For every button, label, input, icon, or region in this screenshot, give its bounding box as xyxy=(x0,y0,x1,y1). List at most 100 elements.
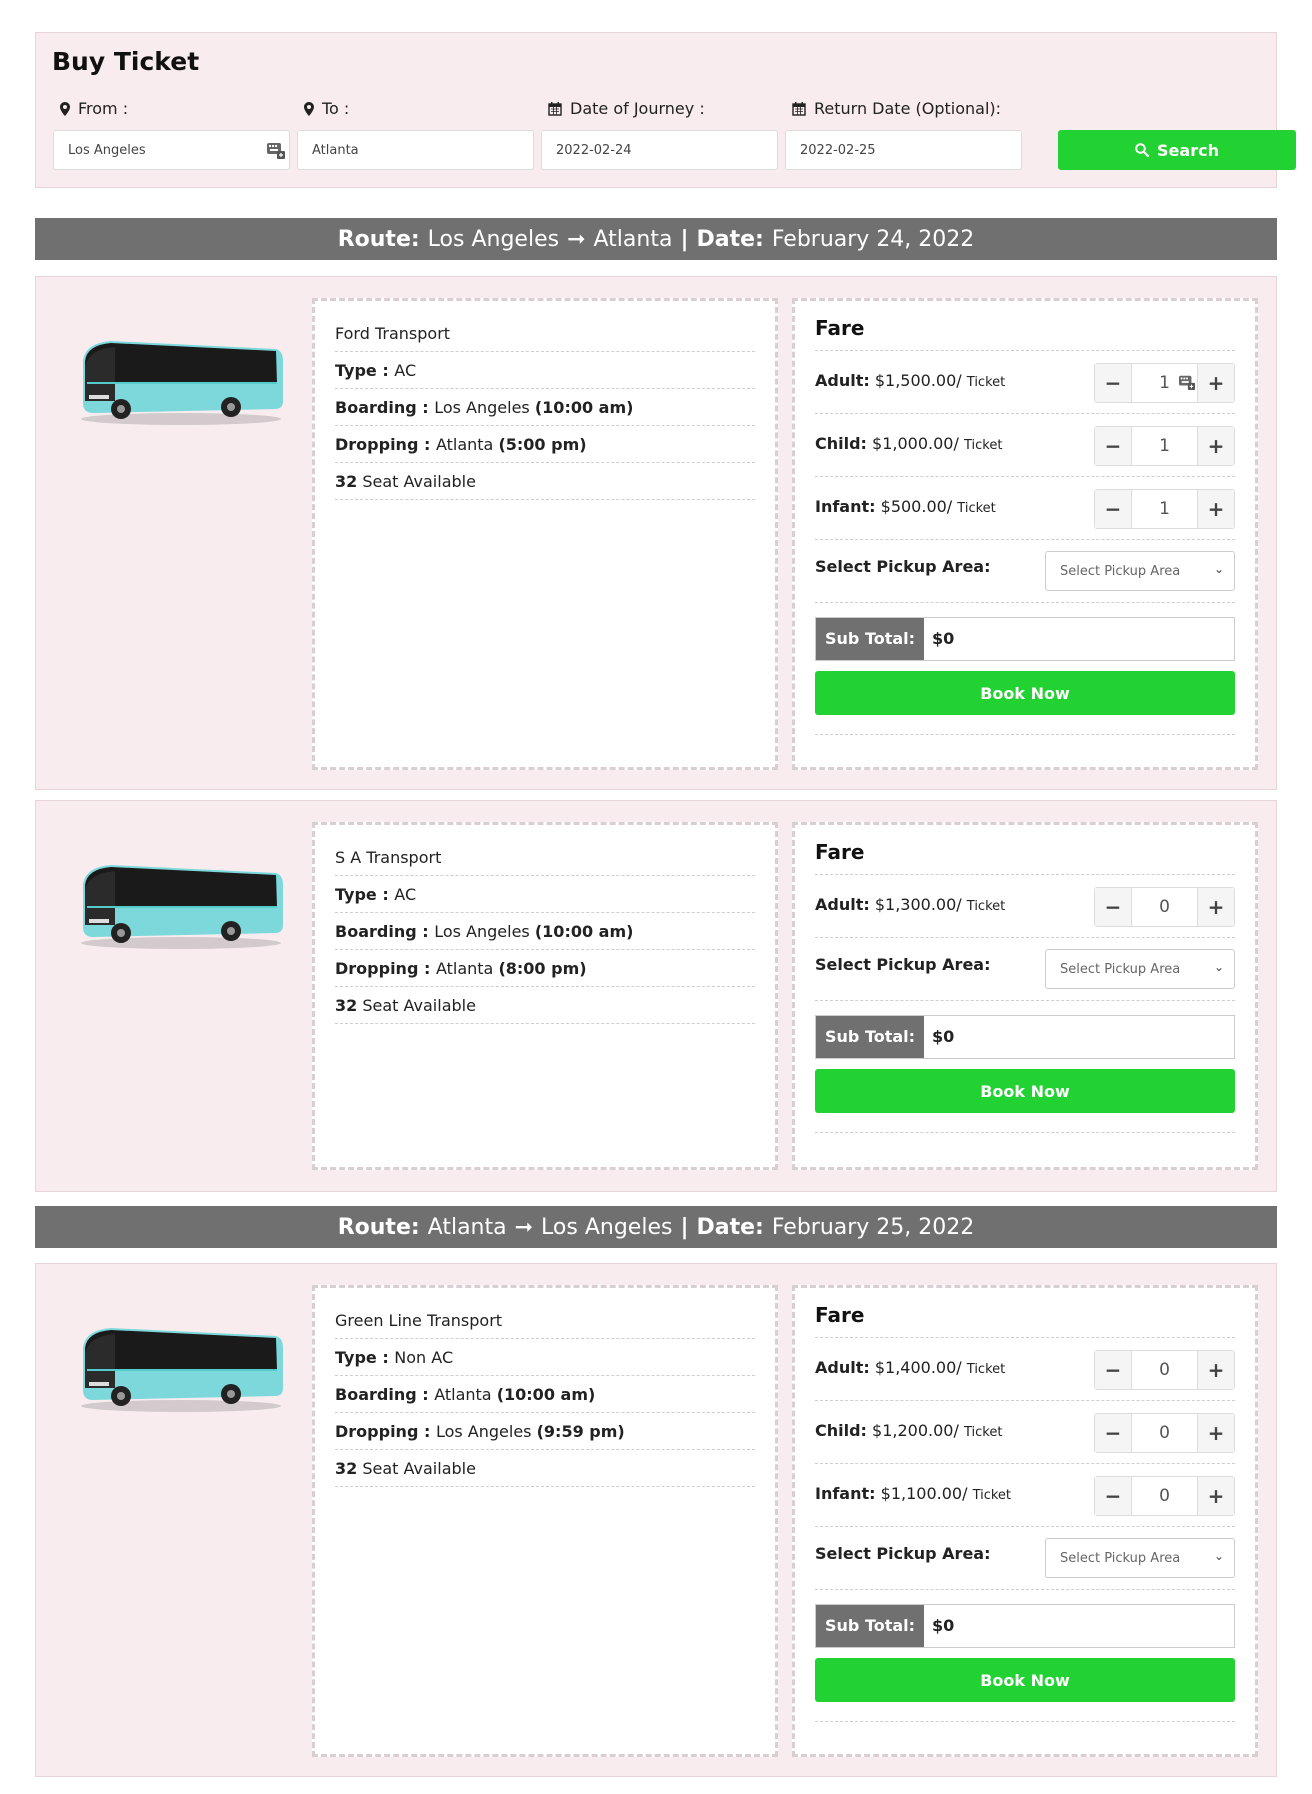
journey-date-input[interactable]: 2022-02-24 xyxy=(541,130,778,170)
return-date-input[interactable]: 2022-02-25 xyxy=(785,130,1022,170)
keyboard-icon[interactable] xyxy=(1179,374,1195,390)
type-key: Type xyxy=(335,361,377,380)
route-separator: | xyxy=(680,226,689,252)
pickup-area-select[interactable]: Select Pickup Area ⌄ xyxy=(1045,949,1235,989)
boarding-row: Boarding : Los Angeles (10:00 am) xyxy=(335,389,755,426)
journey-date-value: 2022-02-24 xyxy=(556,143,632,158)
route-from: Los Angeles xyxy=(427,226,560,252)
bus-image xyxy=(81,341,283,425)
increment-button[interactable]: + xyxy=(1198,888,1234,926)
dropping-place: Atlanta xyxy=(435,959,494,978)
bus-type-row: Type : AC xyxy=(335,352,755,389)
dropping-key: Dropping xyxy=(335,435,419,454)
search-button[interactable]: Search xyxy=(1058,130,1296,170)
return-date-value: 2022-02-25 xyxy=(800,143,876,158)
from-input[interactable]: Los Angeles xyxy=(53,130,290,170)
fare-row-infant: Infant: $500.00/ Ticket − 1 + xyxy=(815,477,1235,540)
route-key: Route: xyxy=(337,1214,420,1240)
from-label: From : xyxy=(60,99,128,118)
fare-label: Infant: $500.00/ Ticket xyxy=(815,497,996,516)
bus-type: AC xyxy=(394,885,417,904)
boarding-row: Boarding : Los Angeles (10:00 am) xyxy=(335,913,755,950)
separator: : xyxy=(418,1422,436,1441)
quantity-stepper[interactable]: − 0 + xyxy=(1094,1413,1235,1453)
pickup-area-select[interactable]: Select Pickup Area ⌄ xyxy=(1045,1538,1235,1578)
bus-info-box: S A Transport Type : AC Boarding : Los A… xyxy=(312,822,778,1170)
subtotal-field: Sub Total: $0 xyxy=(815,1015,1235,1059)
quantity-input[interactable]: 0 xyxy=(1131,888,1198,926)
return-label: Return Date (Optional): xyxy=(792,99,1001,118)
separator: : xyxy=(376,885,395,904)
route-date: February 24, 2022 xyxy=(771,226,975,252)
increment-button[interactable]: + xyxy=(1198,1477,1234,1515)
fare-price: $1,200.00/ xyxy=(872,1421,959,1440)
quantity-input[interactable]: 0 xyxy=(1131,1351,1198,1389)
pickup-area-select[interactable]: Select Pickup Area ⌄ xyxy=(1045,551,1235,591)
quantity-value: 0 xyxy=(1159,1423,1170,1443)
ticket-unit: Ticket xyxy=(963,438,1003,453)
to-label: To : xyxy=(304,99,349,118)
subtotal-label: Sub Total: xyxy=(816,618,925,660)
dropping-row: Dropping : Atlanta (5:00 pm) xyxy=(335,426,755,463)
increment-button[interactable]: + xyxy=(1198,1414,1234,1452)
quantity-input[interactable]: 1 xyxy=(1131,364,1198,402)
quantity-input[interactable]: 1 xyxy=(1131,490,1198,528)
route-from: Atlanta xyxy=(427,1214,507,1240)
quantity-input[interactable]: 0 xyxy=(1131,1414,1198,1452)
bus-card: Green Line Transport Type : Non AC Board… xyxy=(35,1263,1277,1777)
separator: : xyxy=(418,959,436,978)
decrement-button[interactable]: − xyxy=(1095,364,1131,402)
type-key: Type xyxy=(335,1348,377,1367)
fare-price: $1,400.00/ xyxy=(874,1358,962,1377)
ticket-unit: Ticket xyxy=(966,1362,1006,1377)
fare-row-child: Child: $1,000.00/ Ticket − 1 + xyxy=(815,414,1235,477)
decrement-button[interactable]: − xyxy=(1095,1351,1131,1389)
boarding-time: (10:00 am) xyxy=(534,398,634,417)
chevron-down-icon: ⌄ xyxy=(1213,960,1224,974)
ticket-unit: Ticket xyxy=(966,899,1006,914)
boarding-row: Boarding : Atlanta (10:00 am) xyxy=(335,1376,755,1413)
route-bar: Route: Los Angeles ➞ Atlanta | Date: Feb… xyxy=(35,218,1277,260)
seat-count: 32 xyxy=(335,996,358,1015)
quantity-stepper[interactable]: − 1 + xyxy=(1094,426,1235,466)
increment-button[interactable]: + xyxy=(1198,490,1234,528)
decrement-button[interactable]: − xyxy=(1095,490,1131,528)
decrement-button[interactable]: − xyxy=(1095,427,1131,465)
quantity-input[interactable]: 0 xyxy=(1131,1477,1198,1515)
search-panel: Buy Ticket From : To : Date of Journey :… xyxy=(35,32,1296,188)
dropping-row: Dropping : Atlanta (8:00 pm) xyxy=(335,950,755,987)
quantity-input[interactable]: 1 xyxy=(1131,427,1198,465)
bus-type-row: Type : Non AC xyxy=(335,1339,755,1376)
fare-row-adult: Adult: $1,500.00/ Ticket − 1 + xyxy=(815,351,1235,414)
seat-row: 32 Seat Available xyxy=(335,1450,755,1487)
fare-type: Adult: xyxy=(815,1358,870,1377)
decrement-button[interactable]: − xyxy=(1095,1477,1131,1515)
quantity-stepper[interactable]: − 0 + xyxy=(1094,1350,1235,1390)
divider xyxy=(815,1721,1235,1722)
from-input-value: Los Angeles xyxy=(68,143,146,158)
decrement-button[interactable]: − xyxy=(1095,1414,1131,1452)
pickup-placeholder: Select Pickup Area xyxy=(1060,564,1181,579)
keyboard-icon[interactable] xyxy=(267,141,285,159)
quantity-value: 1 xyxy=(1159,499,1170,519)
separator: : xyxy=(416,398,435,417)
decrement-button[interactable]: − xyxy=(1095,888,1131,926)
date-key: Date: xyxy=(696,226,764,252)
quantity-stepper[interactable]: − 0 + xyxy=(1094,887,1235,927)
quantity-stepper[interactable]: − 1 + xyxy=(1094,363,1235,403)
seat-count: 32 xyxy=(335,472,358,491)
increment-button[interactable]: + xyxy=(1198,427,1234,465)
quantity-stepper[interactable]: − 1 + xyxy=(1094,489,1235,529)
to-input[interactable]: Atlanta xyxy=(297,130,534,170)
dropping-time: (9:59 pm) xyxy=(536,1422,625,1441)
book-now-button[interactable]: Book Now xyxy=(815,671,1235,715)
increment-button[interactable]: + xyxy=(1198,1351,1234,1389)
date-key: Date: xyxy=(696,1214,764,1240)
date-label-text: Date of Journey : xyxy=(570,99,705,118)
book-now-button[interactable]: Book Now xyxy=(815,1658,1235,1702)
company-name: Green Line Transport xyxy=(335,1302,755,1339)
quantity-stepper[interactable]: − 0 + xyxy=(1094,1476,1235,1516)
fare-type: Child: xyxy=(815,1421,867,1440)
increment-button[interactable]: + xyxy=(1198,364,1234,402)
book-now-button[interactable]: Book Now xyxy=(815,1069,1235,1113)
